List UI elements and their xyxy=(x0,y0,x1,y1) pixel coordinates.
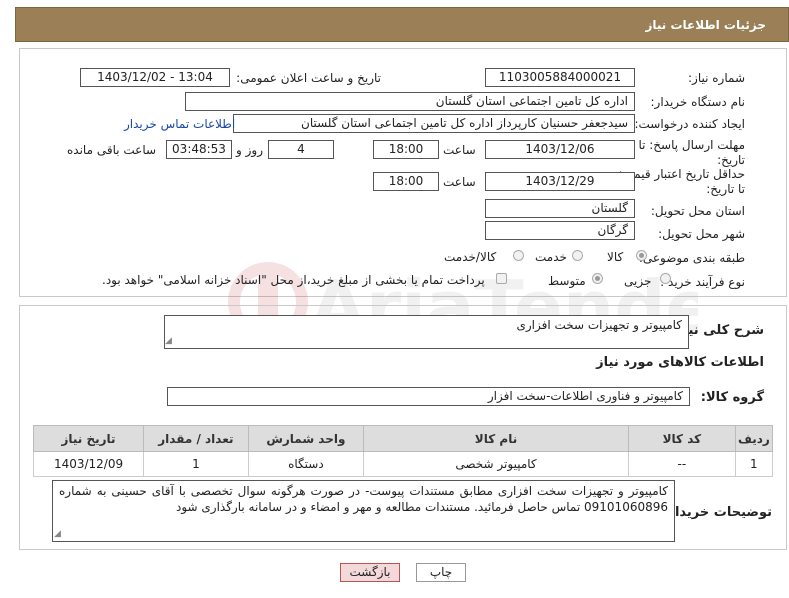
days-and-label: روز و xyxy=(236,143,263,157)
cell-row-number: 1 xyxy=(734,451,774,477)
goods-group-field: کامپیوتر و فناوری اطلاعات-سخت افزار xyxy=(167,387,690,406)
cell-quantity: 1 xyxy=(143,451,249,477)
process-label: نوع فرآیند خرید : xyxy=(660,275,745,289)
days-remaining-field: 4 xyxy=(268,140,334,159)
page-header: جزئیات اطلاعات نیاز xyxy=(15,7,789,42)
process-option-medium: متوسط xyxy=(548,274,586,288)
table-row: 1 -- کامپیوتر شخصی دستگاه 1 1403/12/09 xyxy=(32,451,774,477)
category-label: طبقه بندی موضوعی: xyxy=(638,251,745,265)
goods-group-label: گروه کالا: xyxy=(700,390,764,405)
cell-need-date: 1403/12/09 xyxy=(32,451,145,477)
buyer-org-label: نام دستگاه خریدار: xyxy=(650,95,746,109)
announce-label: تاریخ و ساعت اعلان عمومی: xyxy=(236,71,381,85)
back-button[interactable]: بازگشت xyxy=(340,563,400,582)
remaining-label: ساعت باقی مانده xyxy=(67,143,157,157)
cell-goods-code: -- xyxy=(627,451,736,477)
col-goods-code: کد کالا xyxy=(627,425,736,452)
need-number-field: 1103005884000021 xyxy=(485,68,635,87)
buyer-contact-link[interactable]: اطلاعات تماس خریدار xyxy=(124,117,235,131)
cell-goods-name: کامپیوتر شخصی xyxy=(363,451,629,477)
buyer-notes-field: کامپیوتر و تجهیزات سخت افزاری مطابق مستن… xyxy=(52,480,675,542)
category-option-service: خدمت xyxy=(535,250,567,264)
validity-date-field: 1403/12/29 xyxy=(485,172,635,191)
col-goods-name: نام کالا xyxy=(363,425,629,452)
treasury-payment-note: پرداخت تمام یا بخشی از مبلغ خرید،از محل … xyxy=(102,273,485,287)
province-field: گلستان xyxy=(485,199,635,218)
remaining-time-field: 03:48:53 xyxy=(166,140,232,159)
deadline-date-field: 1403/12/06 xyxy=(485,140,635,159)
category-radio-goods[interactable] xyxy=(636,250,647,261)
page-title: جزئیات اطلاعات نیاز xyxy=(645,18,766,32)
province-label: استان محل تحویل: xyxy=(650,204,745,218)
col-row-number: ردیف xyxy=(734,425,774,452)
goods-table: ردیف کد کالا نام کالا واحد شمارش تعداد /… xyxy=(32,425,774,477)
cell-unit: دستگاه xyxy=(247,451,365,477)
col-unit: واحد شمارش xyxy=(247,425,365,452)
deadline-time-field: 18:00 xyxy=(373,140,439,159)
table-header-row: ردیف کد کالا نام کالا واحد شمارش تعداد /… xyxy=(32,425,774,452)
process-option-minor: جزیی xyxy=(624,274,652,288)
buyer-notes-label: توضیحات خریدار: xyxy=(662,505,772,520)
resize-grip-icon: ◢ xyxy=(54,529,61,539)
requester-label: ایجاد کننده درخواست: xyxy=(634,117,745,131)
announce-field: 1403/12/02 - 13:04 xyxy=(80,68,230,87)
print-button[interactable]: چاپ xyxy=(416,563,466,582)
category-option-goods-service: کالا/خدمت xyxy=(444,250,497,264)
category-option-goods: کالا xyxy=(607,250,624,264)
deadline-time-label: ساعت xyxy=(443,143,476,157)
col-quantity: تعداد / مقدار xyxy=(143,425,249,452)
category-radio-service[interactable] xyxy=(572,250,583,261)
city-field: گرگان xyxy=(485,221,635,240)
general-desc-field: کامپیوتر و تجهیزات سخت افزاری xyxy=(164,315,689,349)
validity-time-label: ساعت xyxy=(443,175,476,189)
validity-time-field: 18:00 xyxy=(373,172,439,191)
buyer-org-field: اداره کل تامین اجتماعی استان گلستان xyxy=(185,92,635,111)
process-radio-medium[interactable] xyxy=(592,273,603,284)
city-label: شهر محل تحویل: xyxy=(658,227,745,241)
col-need-date: تاریخ نیاز xyxy=(32,425,145,452)
process-radio-minor[interactable] xyxy=(660,273,671,284)
deadline-label: مهلت ارسال پاسخ: تا تاریخ: xyxy=(638,138,745,167)
need-number-label: شماره نیاز: xyxy=(688,71,745,85)
treasury-payment-checkbox[interactable] xyxy=(496,273,507,284)
goods-info-title: اطلاعات کالاهای مورد نیاز xyxy=(596,355,764,370)
requester-field: سیدجعفر حسنیان کارپرداز اداره کل تامین ا… xyxy=(233,114,635,133)
resize-grip-icon: ◢ xyxy=(165,336,172,346)
category-radio-goods-service[interactable] xyxy=(513,250,524,261)
